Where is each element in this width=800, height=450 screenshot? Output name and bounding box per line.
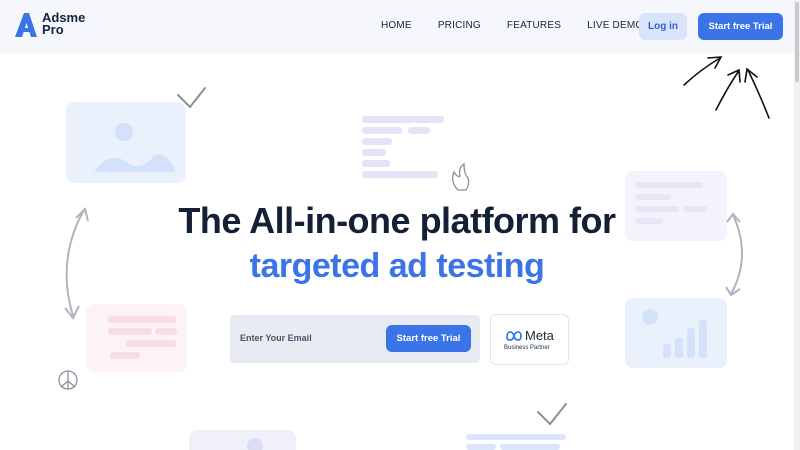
login-button[interactable]: Log in <box>639 13 687 40</box>
start-trial-nav-button[interactable]: Start free Trial <box>698 13 783 40</box>
pointer-arrows-icon <box>683 56 770 119</box>
bottom-card <box>189 430 296 450</box>
peace-icon <box>58 370 78 390</box>
checkmark-icon <box>537 403 567 426</box>
main-menu: HOME PRICING FEATURES LIVE DEMO <box>381 20 669 31</box>
hero-headline: The All-in-one platform for <box>178 200 616 241</box>
scrollbar[interactable] <box>794 0 800 450</box>
flame-icon <box>452 162 470 191</box>
image-placeholder-card <box>66 102 186 183</box>
brand-logo[interactable]: Adsme Pro <box>14 10 86 38</box>
scrollbar-thumb[interactable] <box>795 2 799 82</box>
brand-name: Adsme Pro <box>42 10 86 37</box>
meta-name: Meta <box>525 328 554 343</box>
text-lines-card <box>362 116 444 178</box>
start-trial-hero-button[interactable]: Start free Trial <box>386 325 471 352</box>
nav-pricing-link[interactable]: PRICING <box>438 20 481 31</box>
email-signup-form: Enter Your Email Start free Trial <box>230 315 480 363</box>
bottom-lines <box>466 434 566 440</box>
top-navbar: Adsme Pro HOME PRICING FEATURES LIVE DEM… <box>0 0 794 53</box>
email-input[interactable]: Enter Your Email <box>240 333 312 343</box>
logo-a-icon <box>15 13 37 37</box>
meta-subtitle: Business Partner <box>504 345 550 351</box>
nav-live-demo-link[interactable]: LIVE DEMO <box>587 20 643 31</box>
meta-partner-badge: Meta Business Partner <box>490 314 569 365</box>
nav-features-link[interactable]: FEATURES <box>507 20 561 31</box>
meta-infinity-icon <box>506 330 522 341</box>
pink-text-card <box>86 304 187 372</box>
nav-home-link[interactable]: HOME <box>381 20 412 31</box>
hero-subheadline: targeted ad testing <box>249 247 545 285</box>
chart-card <box>625 298 727 368</box>
